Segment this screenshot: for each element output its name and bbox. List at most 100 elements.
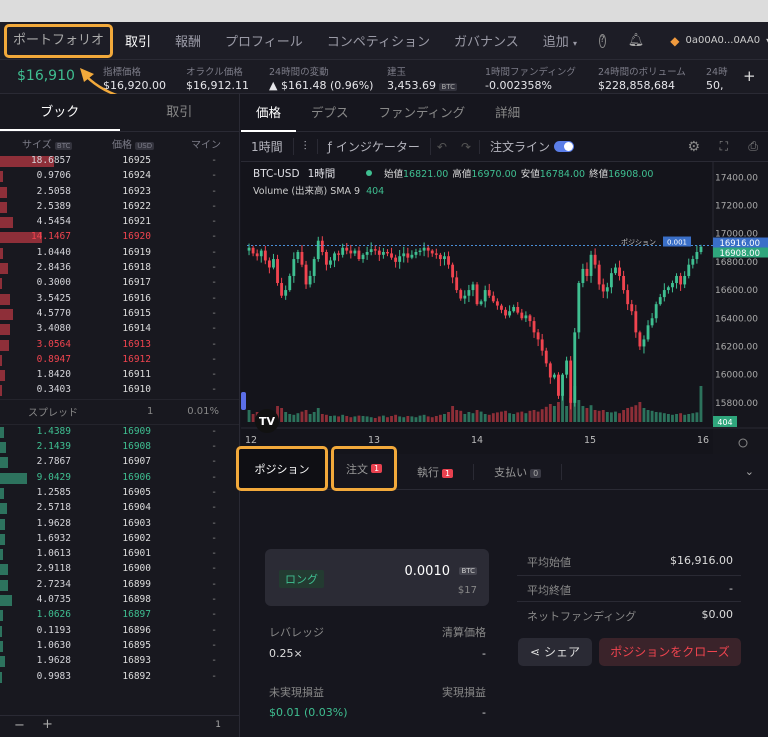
tab-funding[interactable]: ファンディング <box>364 94 481 132</box>
bid-row[interactable]: 1.2585 16905 - <box>0 486 239 501</box>
close-position-button[interactable]: ポジションをクローズ <box>599 638 741 666</box>
nav-competition[interactable]: コンペティション <box>315 31 442 50</box>
nav-more[interactable]: 追加 ▾ <box>531 31 589 50</box>
row-size: 1.0630 <box>36 639 71 651</box>
zoom-in-button[interactable]: + <box>42 717 53 732</box>
ask-row[interactable]: 0.9706 16924 - <box>0 169 239 184</box>
nav-rewards[interactable]: 報酬 <box>163 31 213 50</box>
volume-bar <box>524 413 528 422</box>
bid-row[interactable]: 2.5718 16904 - <box>0 501 239 516</box>
depth-bar <box>0 278 2 290</box>
row-price: 16902 <box>122 532 151 544</box>
ask-row[interactable]: 14.1467 16920 - <box>0 230 239 245</box>
depth-bar <box>0 518 6 530</box>
tab-book[interactable]: ブック <box>0 94 120 131</box>
ask-row[interactable]: 1.8420 16911 - <box>0 368 239 383</box>
camera-icon[interactable]: ⎙ <box>748 139 758 154</box>
candle-type-icon[interactable]: ⫶ <box>294 139 318 154</box>
ask-row[interactable]: 2.5389 16922 - <box>0 200 239 215</box>
tab-orders[interactable]: 注文 1 <box>331 446 397 491</box>
ask-row[interactable]: 4.5454 16921 - <box>0 215 239 230</box>
tab-trades[interactable]: 取引 <box>120 94 240 131</box>
wallet-button[interactable]: ◆ 0a00A0...0AA0 ▾ <box>670 34 768 48</box>
add-icon[interactable]: + <box>743 67 756 85</box>
ask-row[interactable]: 0.8947 16912 - <box>0 353 239 368</box>
bid-row[interactable]: 4.0735 16898 - <box>0 593 239 608</box>
volume-bar <box>463 414 467 422</box>
ask-row[interactable]: 18.6857 16925 - <box>0 154 239 169</box>
bid-row[interactable]: 2.1439 16908 - <box>0 440 239 455</box>
ask-row[interactable]: 3.0564 16913 - <box>0 338 239 353</box>
bid-row[interactable]: 1.4389 16909 - <box>0 425 239 440</box>
ask-row[interactable]: 4.5770 16915 - <box>0 307 239 322</box>
bid-row[interactable]: 0.1193 16896 - <box>0 624 239 639</box>
ask-row[interactable]: 1.0440 16919 - <box>0 246 239 261</box>
bid-row[interactable]: 1.9628 16893 - <box>0 654 239 669</box>
volume-bar <box>487 414 491 422</box>
volume-bar <box>365 416 369 422</box>
avg-open-label: 平均始値 <box>527 556 571 569</box>
ask-row[interactable]: 3.5425 16916 - <box>0 292 239 307</box>
collapse-chevron-icon[interactable]: ⌄ <box>745 465 754 478</box>
redo-icon[interactable]: ↷ <box>453 139 481 154</box>
interval-button[interactable]: 1時間 <box>241 138 294 155</box>
candle-body <box>390 253 393 258</box>
tab-price[interactable]: 価格 <box>241 94 297 132</box>
spread-row: スプレッド 1 0.01% <box>0 398 239 425</box>
bell-icon[interactable]: 🔔︎ <box>628 33 645 48</box>
bid-row[interactable]: 1.6932 16902 - <box>0 532 239 547</box>
nav-governance[interactable]: ガバナンス <box>442 31 531 50</box>
ask-row[interactable]: 3.4080 16914 - <box>0 322 239 337</box>
settings-icon[interactable]: ⚙ <box>687 139 700 155</box>
bid-row[interactable]: 0.9983 16892 - <box>0 670 239 685</box>
volume-bar <box>353 416 357 422</box>
candle-body <box>341 247 345 255</box>
candle-body <box>597 264 601 285</box>
bid-row[interactable]: 1.9628 16903 - <box>0 517 239 532</box>
tab-payments[interactable]: 支払い 0 <box>473 463 563 480</box>
help-icon[interactable]: ? <box>598 33 606 48</box>
indicators-button[interactable]: インジケーター <box>332 138 431 155</box>
tab-details[interactable]: 詳細 <box>480 94 535 132</box>
ask-row[interactable]: 0.3403 16910 - <box>0 383 239 398</box>
zoom-out-button[interactable]: − <box>14 718 25 733</box>
orders-count-badge: 1 <box>370 464 383 473</box>
order-lines-toggle[interactable] <box>554 141 575 152</box>
row-mine: - <box>211 486 217 498</box>
share-button[interactable]: ⋖ シェア <box>518 638 592 666</box>
bid-row[interactable]: 2.7234 16899 - <box>0 578 239 593</box>
bid-row[interactable]: 1.0626 16897 - <box>0 608 239 623</box>
bid-row[interactable]: 2.7867 16907 - <box>0 455 239 470</box>
tab-depth[interactable]: デプス <box>296 94 364 132</box>
tab-fills[interactable]: 執行 1 <box>397 464 473 480</box>
indicators-icon[interactable]: ƒ <box>318 140 332 154</box>
nav-profile[interactable]: プロフィール <box>213 31 315 50</box>
legend-ohlc-open-label: 始値 <box>384 168 404 180</box>
candle-body <box>259 250 263 257</box>
ask-row[interactable]: 2.8436 16918 - <box>0 261 239 276</box>
volume-bar <box>377 416 381 422</box>
nav-portfolio[interactable]: ポートフォリオ <box>4 23 114 58</box>
undo-icon[interactable]: ↶ <box>431 140 453 154</box>
candle-body <box>585 268 589 276</box>
depth-bar <box>0 385 2 397</box>
price-chart[interactable]: 17400.0017200.0017000.0016800.0016600.00… <box>241 162 768 454</box>
bid-row[interactable]: 9.0429 16906 - <box>0 471 239 486</box>
nav-trade[interactable]: 取引 <box>113 31 163 50</box>
candle-body <box>675 275 678 284</box>
ask-row[interactable]: 2.5058 16923 - <box>0 185 239 200</box>
bid-row[interactable]: 1.0630 16895 - <box>0 639 239 654</box>
zoom-value: 1 <box>215 720 221 730</box>
depth-bar <box>0 533 5 545</box>
ask-row[interactable]: 0.3000 16917 - <box>0 276 239 291</box>
candle-body <box>300 252 304 265</box>
fullscreen-icon[interactable]: ⛶ <box>720 139 728 154</box>
tab-position[interactable]: ポジション <box>236 446 328 491</box>
candle-body <box>508 311 512 316</box>
position-size: 0.0010 <box>404 564 451 579</box>
bid-row[interactable]: 2.9118 16900 - <box>0 562 239 577</box>
bid-row[interactable]: 1.0613 16901 - <box>0 547 239 562</box>
position-details: 平均始値 $16,916.00 平均終値 - ネットファンディング $0.00 <box>517 550 741 628</box>
candle-body <box>451 264 455 278</box>
candle-body <box>699 246 703 252</box>
